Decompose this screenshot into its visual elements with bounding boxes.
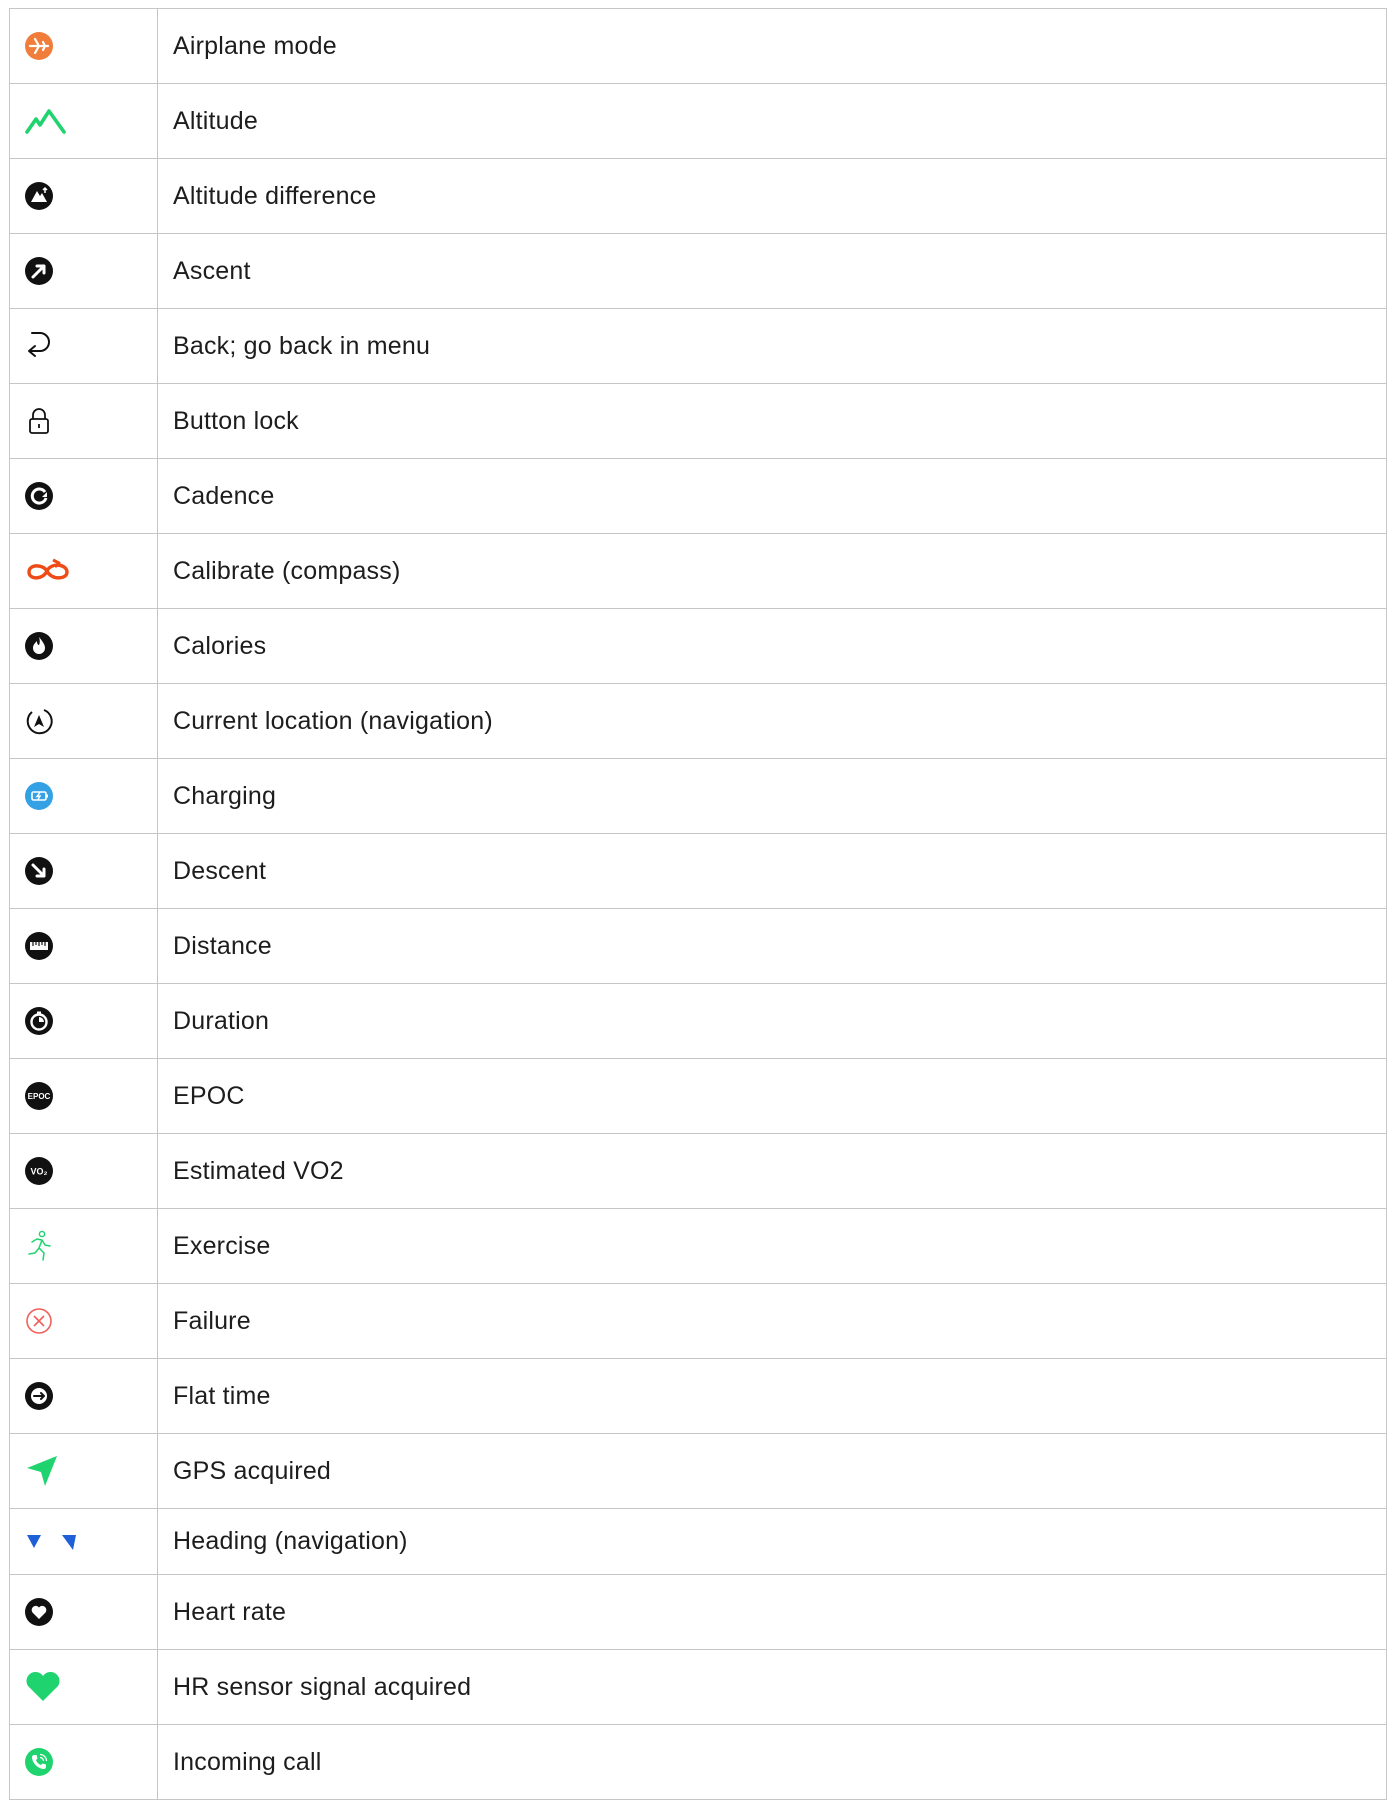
table-row: Exercise [9, 1208, 1387, 1284]
row-label: Estimated VO2 [157, 1133, 1387, 1209]
calibrate-compass-icon [27, 558, 69, 580]
table-row: VO₂ Estimated VO2 [9, 1133, 1387, 1209]
row-label: Duration [157, 983, 1387, 1059]
table-row: Altitude difference [9, 158, 1387, 234]
row-label: Charging [157, 758, 1387, 834]
icon-cell [9, 1574, 158, 1650]
row-label: Back; go back in menu [157, 308, 1387, 384]
row-label: HR sensor signal acquired [157, 1649, 1387, 1725]
icon-cell [9, 533, 158, 609]
table-row: Failure [9, 1283, 1387, 1359]
ascent-icon [25, 257, 53, 285]
table-row: Calories [9, 608, 1387, 684]
cadence-icon [25, 482, 53, 510]
hr-sensor-signal-icon [26, 1671, 60, 1701]
icon-cell [9, 1649, 158, 1725]
row-label: Calories [157, 608, 1387, 684]
incoming-call-icon [25, 1748, 53, 1776]
row-label: Descent [157, 833, 1387, 909]
row-label: Calibrate (compass) [157, 533, 1387, 609]
icon-cell [9, 383, 158, 459]
descent-icon [25, 857, 53, 885]
icon-cell: VO₂ [9, 1133, 158, 1209]
row-label: Heart rate [157, 1574, 1387, 1650]
row-label: Altitude difference [157, 158, 1387, 234]
table-row: Altitude [9, 83, 1387, 159]
current-location-icon [26, 709, 53, 735]
row-label: Cadence [157, 458, 1387, 534]
table-row: Descent [9, 833, 1387, 909]
table-row: Duration [9, 983, 1387, 1059]
row-label: Distance [157, 908, 1387, 984]
icon-cell [9, 308, 158, 384]
heart-rate-icon [25, 1598, 53, 1626]
table-row: Heading (navigation) [9, 1508, 1387, 1575]
table-row: Charging [9, 758, 1387, 834]
icon-cell [9, 1283, 158, 1359]
back-icon [28, 332, 50, 357]
row-label: Current location (navigation) [157, 683, 1387, 759]
icon-cell [9, 758, 158, 834]
duration-icon [25, 1007, 53, 1035]
estimated-vo2-icon: VO₂ [25, 1157, 53, 1185]
icon-cell [9, 1433, 158, 1509]
icon-cell: EPOC [9, 1058, 158, 1134]
gps-acquired-icon [27, 1456, 57, 1486]
icon-cell [9, 1508, 158, 1575]
icon-cell [9, 1208, 158, 1284]
airplane-mode-icon [25, 32, 53, 60]
table-row: Button lock [9, 383, 1387, 459]
icon-cell [9, 983, 158, 1059]
icon-legend-table: Airplane mode Altitude Altitude differen… [9, 8, 1387, 1800]
table-row: Ascent [9, 233, 1387, 309]
altitude-difference-icon [25, 182, 53, 210]
table-row: Back; go back in menu [9, 308, 1387, 384]
table-row: Calibrate (compass) [9, 533, 1387, 609]
distance-icon [25, 932, 53, 960]
table-row: Incoming call [9, 1724, 1387, 1800]
icon-cell [9, 8, 158, 84]
epoc-icon: EPOC [25, 1082, 53, 1110]
icon-cell [9, 233, 158, 309]
flat-time-icon [25, 1382, 53, 1410]
row-label: Incoming call [157, 1724, 1387, 1800]
row-label: Flat time [157, 1358, 1387, 1434]
row-label: Airplane mode [157, 8, 1387, 84]
row-label: Failure [157, 1283, 1387, 1359]
table-row: Heart rate [9, 1574, 1387, 1650]
icon-cell [9, 908, 158, 984]
table-row: Cadence [9, 458, 1387, 534]
table-row: HR sensor signal acquired [9, 1649, 1387, 1725]
icon-cell [9, 608, 158, 684]
table-row: Distance [9, 908, 1387, 984]
icon-cell [9, 833, 158, 909]
exercise-icon [28, 1230, 51, 1261]
icon-cell [9, 158, 158, 234]
row-label: Altitude [157, 83, 1387, 159]
row-label: Button lock [157, 383, 1387, 459]
row-label: Exercise [157, 1208, 1387, 1284]
altitude-icon [25, 109, 66, 134]
table-row: Airplane mode [9, 8, 1387, 84]
button-lock-icon [29, 408, 49, 434]
row-label: Ascent [157, 233, 1387, 309]
failure-icon [26, 1308, 52, 1334]
vo2-icon-text: VO₂ [30, 1167, 47, 1177]
icon-cell [9, 683, 158, 759]
icon-cell [9, 83, 158, 159]
calories-icon [25, 632, 53, 660]
table-row: Current location (navigation) [9, 683, 1387, 759]
icon-cell [9, 458, 158, 534]
icon-cell [9, 1358, 158, 1434]
row-label: Heading (navigation) [157, 1508, 1387, 1575]
epoc-icon-text: EPOC [28, 1092, 51, 1101]
table-row: Flat time [9, 1358, 1387, 1434]
table-row: EPOC EPOC [9, 1058, 1387, 1134]
icon-cell [9, 1724, 158, 1800]
table-row: GPS acquired [9, 1433, 1387, 1509]
charging-icon [25, 782, 53, 810]
heading-icon [27, 1534, 76, 1550]
row-label: GPS acquired [157, 1433, 1387, 1509]
row-label: EPOC [157, 1058, 1387, 1134]
